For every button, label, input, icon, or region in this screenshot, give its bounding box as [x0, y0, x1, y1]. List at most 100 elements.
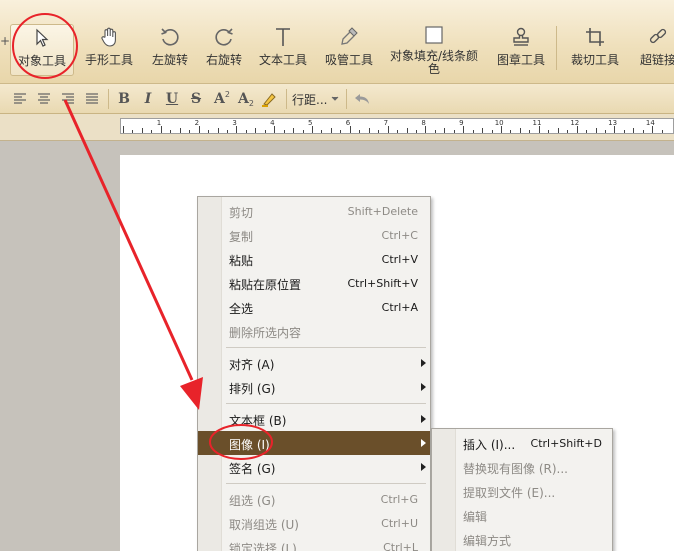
submenu-item-edit[interactable]: 编辑 [432, 503, 612, 527]
tool-label: 右旋转 [205, 53, 242, 67]
highlighter-button[interactable] [260, 90, 278, 108]
crop-tool-button[interactable]: 裁切工具 [566, 24, 624, 76]
ruler-tick [387, 126, 389, 133]
ruler-number: 13 [608, 119, 618, 127]
menu-item-copy[interactable]: 复制 Ctrl+C [198, 223, 430, 247]
ruler-tick [330, 128, 332, 133]
menu-item-group[interactable]: 组选 (G) Ctrl+G [198, 487, 430, 511]
submenu-item-insert-image[interactable]: 插入 (I)... Ctrl+Shift+D [432, 431, 612, 455]
stamp-icon [511, 24, 531, 50]
menu-separator [226, 403, 426, 404]
menu-item-label: 编辑方式 [463, 534, 512, 548]
ruler-tick [415, 130, 417, 133]
formatbar-divider [108, 89, 109, 109]
menu-item-shortcut: Ctrl+Shift+V [347, 277, 418, 290]
bold-button[interactable]: B [116, 90, 132, 108]
submenu-item-edit-with[interactable]: 编辑方式 [432, 527, 612, 551]
ruler-tick [472, 130, 474, 133]
menu-item-label: 取消组选 (U) [229, 518, 299, 532]
hand-tool-button[interactable]: 手形工具 [78, 24, 140, 76]
ruler-tick [198, 126, 200, 133]
superscript-mark: 2 [224, 89, 230, 99]
menu-item-delete-selection[interactable]: 删除所选内容 [198, 319, 430, 343]
menu-item-label: 剪切 [229, 206, 254, 220]
tool-label: 对象工具 [17, 54, 66, 68]
menu-item-label: 替换现有图像 (R)... [463, 462, 568, 476]
ruler-tick [349, 126, 351, 133]
submenu-arrow-icon [421, 359, 426, 367]
undo-button[interactable] [352, 90, 372, 108]
menu-item-paste-in-place[interactable]: 粘贴在原位置 Ctrl+Shift+V [198, 271, 430, 295]
align-right-button[interactable] [60, 90, 76, 108]
menu-item-select-all[interactable]: 全选 Ctrl+A [198, 295, 430, 319]
menu-item-label: 编辑 [463, 510, 488, 524]
align-center-button[interactable] [36, 90, 52, 108]
ruler-tick [236, 126, 238, 133]
stamp-tool-button[interactable]: 图章工具 [492, 24, 550, 76]
ruler-number: 11 [532, 119, 542, 127]
align-left-button[interactable] [12, 90, 28, 108]
menu-item-label: 插入 (I)... [463, 438, 516, 452]
pointer-arrow-icon [34, 25, 50, 51]
rotate-right-button[interactable]: 右旋转 [200, 24, 248, 76]
ruler-number: 6 [345, 119, 351, 127]
ruler-number: 3 [232, 119, 237, 127]
subscript-button[interactable]: A2 [236, 90, 256, 108]
menu-item-shortcut: Ctrl+U [381, 517, 418, 530]
ruler-tick [406, 128, 408, 133]
menu-item-image[interactable]: 图像 (I) [198, 431, 430, 455]
ruler-tick [378, 130, 380, 133]
rotate-left-button[interactable]: 左旋转 [146, 24, 194, 76]
line-spacing-dropdown[interactable]: 行距... [292, 90, 344, 108]
hyperlink-tool-button[interactable]: 超链接 [634, 24, 674, 76]
underline-button[interactable]: U [164, 90, 180, 108]
ruler-tick [293, 128, 295, 133]
submenu-item-extract-to-file[interactable]: 提取到文件 (E)... [432, 479, 612, 503]
ruler-tick [340, 130, 342, 133]
ruler-tick [132, 130, 134, 133]
menu-item-label: 文本框 (B) [229, 414, 287, 428]
ruler-tick [633, 128, 635, 133]
menu-item-label: 对齐 (A) [229, 358, 275, 372]
ruler-tick [604, 130, 606, 133]
crop-icon [585, 24, 605, 50]
menu-separator [226, 347, 426, 348]
submenu-item-replace-image[interactable]: 替换现有图像 (R)... [432, 455, 612, 479]
menu-item-shortcut: Shift+Delete [347, 205, 418, 218]
menu-item-shortcut: Ctrl+G [380, 493, 418, 506]
ruler-tick [368, 128, 370, 133]
format-toolbar: B I U S A2 A2 行距... [0, 84, 674, 114]
ruler-tick [642, 130, 644, 133]
tool-label: 裁切工具 [570, 53, 619, 67]
menu-item-signature[interactable]: 签名 (G) [198, 455, 430, 479]
strikethrough-button[interactable]: S [188, 90, 204, 108]
ruler-tick [482, 128, 484, 133]
toolbar-overflow-icon[interactable]: + [0, 34, 10, 48]
superscript-button[interactable]: A2 [212, 90, 232, 108]
menu-item-align[interactable]: 对齐 (A) [198, 351, 430, 375]
text-tool-button[interactable]: 文本工具 [254, 24, 312, 76]
ruler-number: 12 [570, 119, 580, 127]
ruler-tick [586, 130, 588, 133]
menu-item-cut[interactable]: 剪切 Shift+Delete [198, 199, 430, 223]
link-icon [648, 24, 668, 50]
ruler-tick [434, 130, 436, 133]
fill-line-color-button[interactable]: 对象填充/线条颜 色 [386, 24, 482, 76]
menu-item-label: 粘贴 [229, 254, 254, 268]
ruler-tick [652, 126, 654, 133]
ruler-number: 8 [421, 119, 426, 127]
menu-item-ungroup[interactable]: 取消组选 (U) Ctrl+U [198, 511, 430, 535]
menu-item-paste[interactable]: 粘贴 Ctrl+V [198, 247, 430, 271]
justify-button[interactable] [84, 90, 100, 108]
ruler-tick [501, 126, 502, 133]
menu-item-text-box[interactable]: 文本框 (B) [198, 407, 430, 431]
ruler-tick [444, 128, 446, 133]
formatbar-divider [346, 89, 347, 109]
object-tool-button[interactable]: 对象工具 [10, 24, 74, 76]
menu-item-lock-selection[interactable]: 锁定选择 (L) Ctrl+L [198, 535, 430, 551]
eyedropper-tool-button[interactable]: 吸管工具 [320, 24, 378, 76]
formatbar-divider [286, 89, 287, 109]
menu-item-arrange[interactable]: 排列 (G) [198, 375, 430, 399]
ruler-tick [179, 128, 181, 133]
italic-button[interactable]: I [140, 90, 156, 108]
